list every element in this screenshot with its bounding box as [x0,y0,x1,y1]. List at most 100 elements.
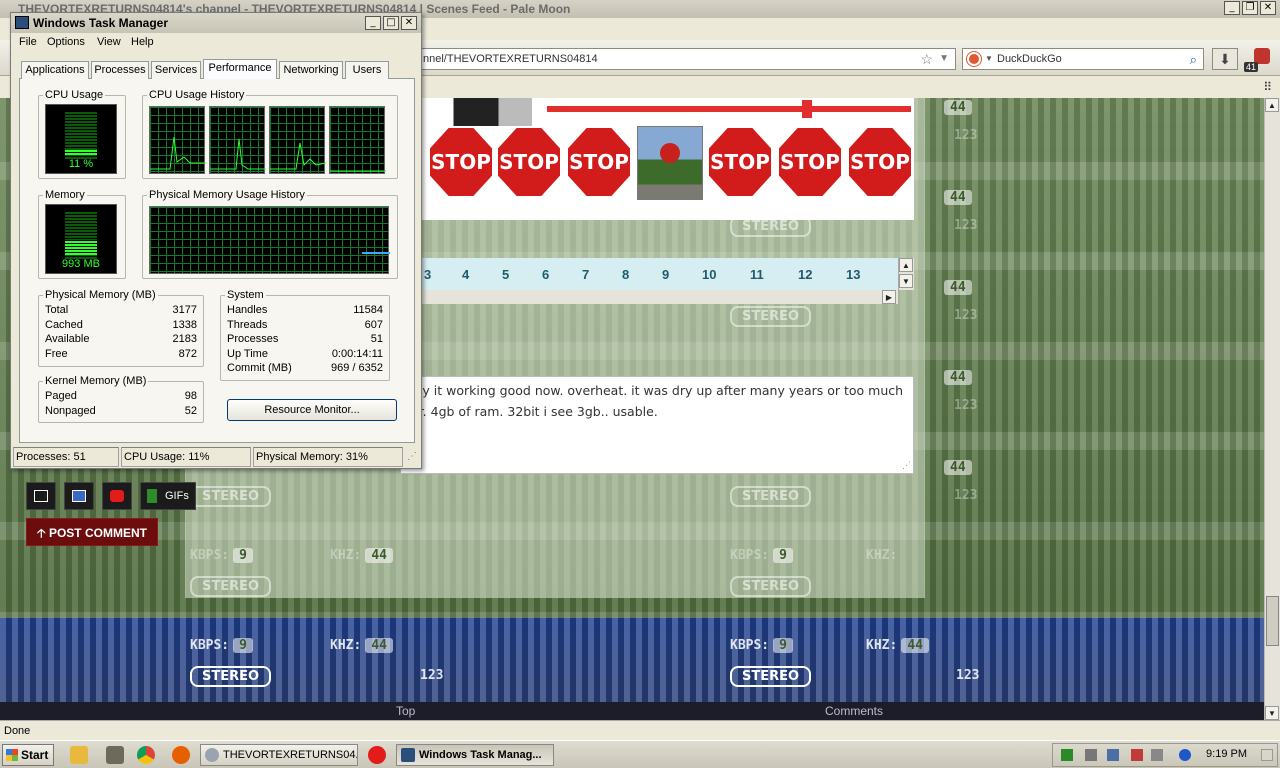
post-comment-button[interactable]: 🡡 POST COMMENT [26,518,158,546]
minimize-button[interactable]: _ [1224,1,1240,15]
usb-icon[interactable] [1085,749,1097,761]
page-link[interactable]: 8 [622,267,629,282]
pager-vscroll[interactable]: ▲ ▼ [898,258,914,290]
volume-muted-icon[interactable] [1131,749,1143,761]
minimize-button[interactable]: _ [365,16,381,30]
pale-moon-icon[interactable] [106,746,124,764]
media-buttons: GIFs [26,482,196,510]
stop-sign-image[interactable]: STOP [709,128,771,196]
bookmark-star-icon[interactable]: ☆ [920,49,933,69]
task-manager-tray-icon[interactable] [1061,749,1073,761]
clock[interactable]: 9:19 PM [1206,748,1247,760]
bg-tile: KHZ: 44 [330,638,393,653]
task-label: Windows Task Manag... [419,749,542,761]
resize-grip-icon[interactable]: ⋰ [407,451,417,462]
stop-sign-image[interactable]: STOP [498,128,560,196]
chrome-icon[interactable] [137,746,155,764]
tab-services[interactable]: Services [151,61,201,79]
search-bar[interactable]: ▼ DuckDuckGo ⌕ [962,48,1204,70]
task-button-browser[interactable]: THEVORTEXRETURNS04... [200,744,358,766]
search-engine-dropdown-icon[interactable]: ▼ [985,49,993,69]
gif-icon [147,489,157,503]
addon-button[interactable]: 41 [1244,46,1272,72]
bg-tile: 123 [954,308,978,323]
bg-tile: 44 [940,100,972,115]
bluetooth-icon[interactable] [1179,749,1191,761]
bg-tile: 123 [954,398,978,413]
page-link[interactable]: 7 [582,267,589,282]
scroll-right-icon[interactable]: ▶ [882,290,896,304]
restore-button[interactable]: ❐ [1242,1,1258,15]
start-button[interactable]: Start [2,744,54,766]
page-link[interactable]: 6 [542,267,549,282]
page-scrollbar[interactable]: ▲ ▼ [1264,98,1280,720]
stop-sign-image[interactable]: STOP [779,128,841,196]
opera-icon[interactable] [368,746,386,764]
task-button-task-manager[interactable]: Windows Task Manag... [396,744,554,766]
page-link[interactable]: 13 [846,267,860,282]
page-link[interactable]: 3 [424,267,431,282]
tab-networking[interactable]: Networking [279,61,343,79]
scroll-up-icon[interactable]: ▲ [899,258,913,272]
page-link[interactable]: 9 [662,267,669,282]
tab-applications[interactable]: Applications [21,61,89,79]
stop-sign-photo[interactable] [637,126,703,200]
scroll-down-icon[interactable]: ▼ [899,274,913,288]
top-link[interactable]: Top [396,704,415,718]
folder-icon[interactable] [70,746,88,764]
grid-icon[interactable]: ⠿ [1263,80,1272,94]
tab-users[interactable]: Users [345,61,389,79]
stop-sign-image[interactable]: STOP [849,128,911,196]
bg-stereo-tile: STEREO [730,576,812,597]
pagination: 3 4 5 6 7 8 9 10 11 12 13 [420,258,898,290]
cpu-usage-value: 11 % [68,158,94,170]
tab-performance[interactable]: Performance [203,59,277,80]
menu-help[interactable]: Help [131,36,154,48]
close-button[interactable]: ✕ [401,16,417,30]
gifs-button[interactable]: GIFs [140,482,196,510]
page-link[interactable]: 12 [798,267,812,282]
page-link[interactable]: 10 [702,267,716,282]
youtube-button[interactable] [102,482,132,510]
strip-image[interactable] [420,98,532,126]
menu-options[interactable]: Options [47,36,85,48]
menu-file[interactable]: File [19,36,37,48]
film-icon [34,490,48,502]
show-desktop-icon[interactable] [1261,749,1273,761]
resize-grip-icon[interactable]: ⋰ [902,460,911,471]
stop-sign-image[interactable]: STOP [430,128,492,196]
pager-hscroll[interactable]: ▶ [420,290,898,304]
wifi-signal-icon[interactable] [1151,749,1163,761]
bg-tile: KBPS: 9 [730,548,793,563]
duckduckgo-icon[interactable] [967,52,981,66]
task-manager-menubar: File Options View Help [11,35,421,53]
scrollbar-thumb[interactable] [1266,596,1279,646]
scroll-down-icon[interactable]: ▼ [1265,706,1279,720]
bg-tile: 123 [954,128,978,143]
network-icon[interactable] [1107,749,1119,761]
comments-link[interactable]: Comments [825,704,883,718]
task-manager-titlebar[interactable]: Windows Task Manager _ □ ✕ [11,13,421,33]
url-dropdown-icon[interactable]: ▼ [939,49,949,69]
close-button[interactable]: ✕ [1260,1,1276,15]
bg-tile: 123 [954,488,978,503]
comment-textarea[interactable]: ply it working good now. overheat. it wa… [400,376,914,474]
menu-view[interactable]: View [97,36,121,48]
memory-label: Memory [43,189,87,201]
video-button[interactable] [26,482,56,510]
page-link[interactable]: 4 [462,267,469,282]
maximize-button[interactable]: □ [383,16,399,30]
page-link[interactable]: 5 [502,267,509,282]
scroll-up-icon[interactable]: ▲ [1265,98,1279,112]
search-icon[interactable]: ⌕ [1190,50,1197,70]
address-text: nnel/THEVORTEXRETURNS04814 [423,53,598,65]
address-bar[interactable]: nnel/THEVORTEXRETURNS04814 ☆ ▼ [420,48,956,70]
stop-sign-image[interactable]: STOP [568,128,630,196]
firefox-icon[interactable] [172,746,190,764]
download-button[interactable]: ⬇ [1212,48,1238,70]
tab-processes[interactable]: Processes [91,61,149,79]
resource-monitor-button[interactable]: Resource Monitor... [227,399,397,421]
blue-banner: KBPS: 9 KHZ: 44 KBPS: 9 KHZ: 44 123 123 STER… [0,618,1264,702]
image-button[interactable] [64,482,94,510]
page-link[interactable]: 11 [750,267,764,282]
